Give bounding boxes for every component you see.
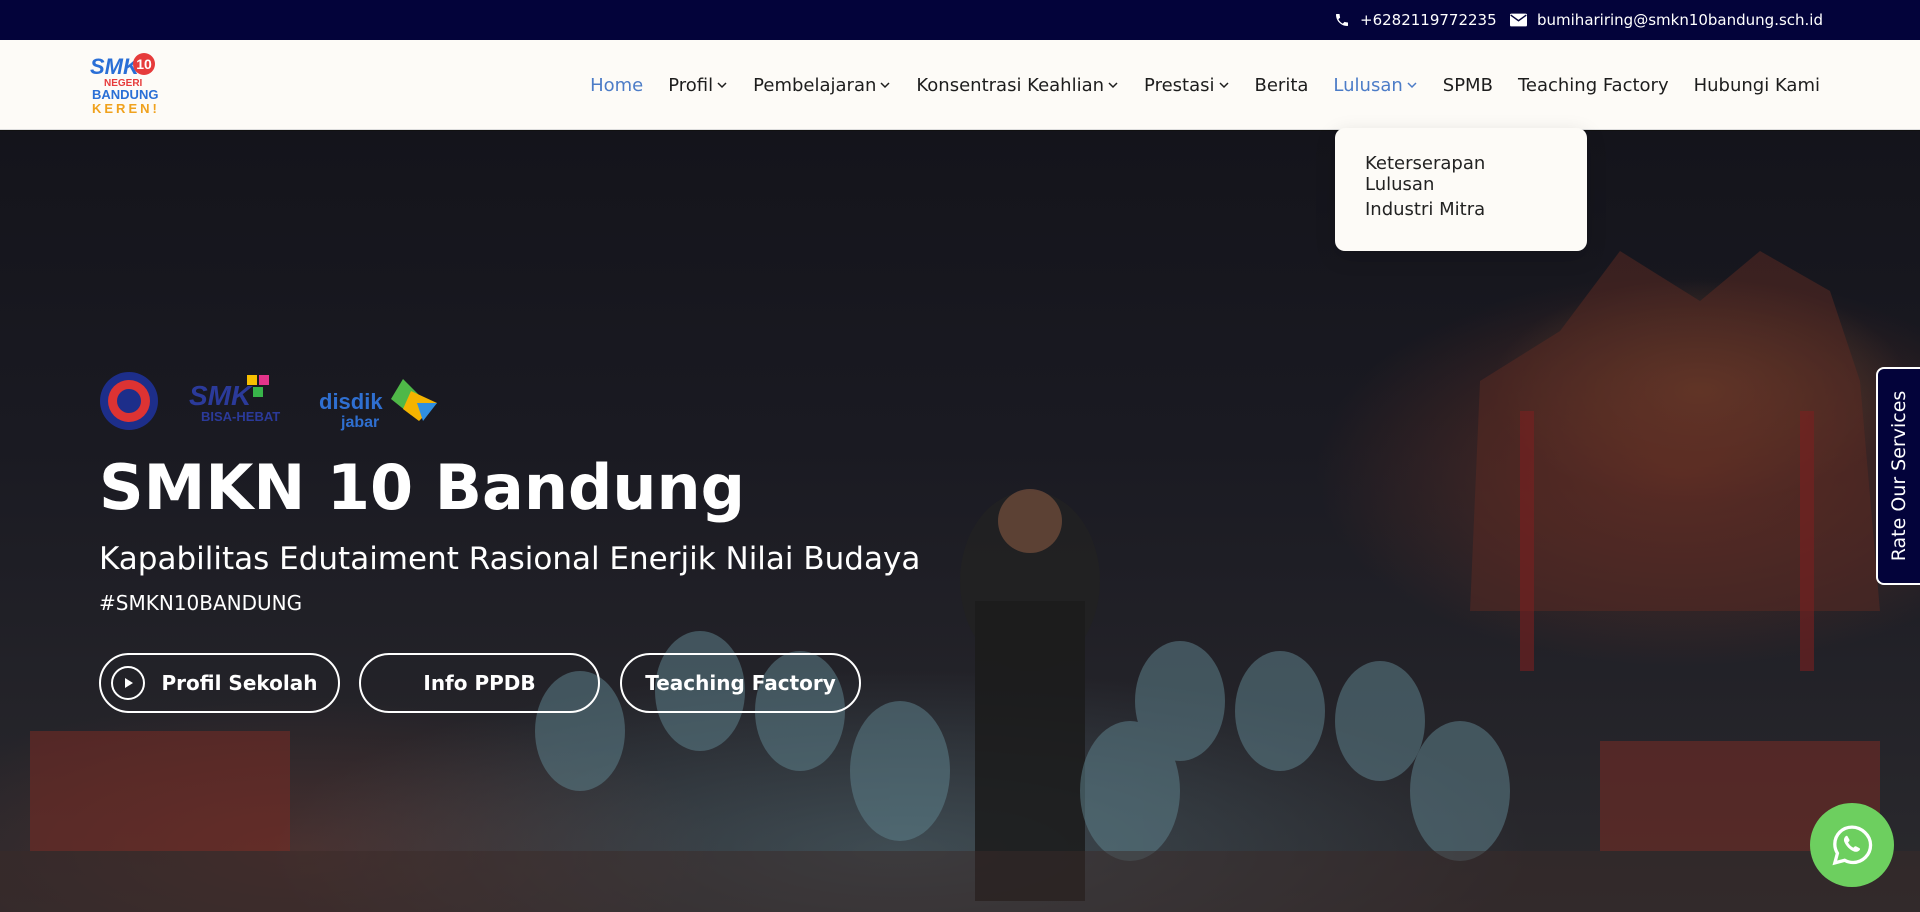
dropdown-item-keterserapan-lulusan[interactable]: Keterserapan Lulusan: [1365, 153, 1557, 199]
nav-profil-label: Profil: [668, 74, 714, 96]
phone-icon: [1336, 14, 1348, 26]
school-logo[interactable]: SMK 10 NEGERI BANDUNG KEREN!: [90, 50, 160, 118]
profil-sekolah-label: Profil Sekolah: [161, 671, 318, 695]
dropdown-item-label: Industri Mitra: [1365, 199, 1486, 220]
whatsapp-button[interactable]: [1810, 803, 1894, 887]
nav-pembelajaran-label: Pembelajaran: [753, 74, 877, 96]
nav-home[interactable]: Home: [590, 75, 643, 96]
nav-teaching-factory-label: Teaching Factory: [1517, 74, 1669, 96]
logo-text-number: 10: [136, 56, 152, 72]
rate-our-services-label: Rate Our Services: [1888, 390, 1910, 562]
top-contact-bar: +6282119772235 bumihariring@smkn10bandun…: [0, 0, 1920, 40]
profil-sekolah-button[interactable]: Profil Sekolah: [99, 653, 340, 713]
hero-hashtag: #SMKN10BANDUNG: [99, 591, 303, 615]
chevron-down-icon: [1218, 82, 1229, 89]
nav-konsentrasi-label: Konsentrasi Keahlian: [916, 74, 1105, 96]
envelope-icon: [1510, 13, 1527, 27]
main-nav-menu: Home Profil Pembelajaran Konsentrasi Kea…: [565, 40, 1820, 130]
nav-hubungi-kami-label: Hubungi Kami: [1693, 74, 1820, 96]
rate-our-services-tab[interactable]: Rate Our Services: [1876, 367, 1920, 585]
logo-text-bandung: BANDUNG: [92, 87, 158, 102]
nav-profil[interactable]: Profil: [668, 75, 728, 96]
phone-contact[interactable]: +6282119772235: [1334, 0, 1497, 40]
lulusan-dropdown-menu: Keterserapan Lulusan Industri Mitra: [1335, 128, 1587, 251]
badge-bisa-hebat-text: BISA-HEBAT: [201, 409, 280, 424]
chevron-down-icon: [1108, 82, 1118, 89]
phone-number: +6282119772235: [1360, 11, 1497, 29]
dropdown-item-industri-mitra[interactable]: Industri Mitra: [1365, 199, 1557, 245]
badge-jabar-text: jabar: [340, 414, 379, 431]
chevron-down-icon: [717, 82, 727, 89]
nav-spmb-label: SPMB: [1442, 74, 1493, 96]
nav-lulusan-label: Lulusan: [1333, 74, 1403, 96]
badge-disdik-text: disdik: [319, 389, 383, 414]
partner-badges: SMK BISA-HEBAT disdik jabar: [99, 369, 469, 433]
badge-smk-text: SMK: [189, 380, 253, 411]
nav-hubungi-kami[interactable]: Hubungi Kami: [1694, 75, 1820, 96]
play-icon: [111, 666, 145, 700]
nav-home-label: Home: [590, 74, 644, 96]
hero-title: SMKN 10 Bandung: [99, 451, 746, 524]
hero-section: SMK BISA-HEBAT disdik jabar SMKN 10 Band…: [0, 131, 1920, 912]
nav-berita[interactable]: Berita: [1255, 75, 1309, 96]
school-emblem-logo: [100, 372, 158, 430]
nav-prestasi[interactable]: Prestasi: [1144, 75, 1229, 96]
nav-prestasi-label: Prestasi: [1144, 74, 1215, 96]
info-ppdb-label: Info PPDB: [423, 671, 536, 695]
main-navbar: SMK 10 NEGERI BANDUNG KEREN! Home Profil…: [0, 40, 1920, 130]
chevron-down-icon: [880, 82, 890, 89]
teaching-factory-button[interactable]: Teaching Factory: [620, 653, 861, 713]
logo-text-keren: KEREN!: [92, 101, 160, 116]
nav-lulusan[interactable]: Lulusan: [1333, 75, 1417, 96]
info-ppdb-button[interactable]: Info PPDB: [359, 653, 600, 713]
chevron-down-icon: [1407, 82, 1417, 89]
email-contact[interactable]: bumihariring@smkn10bandung.sch.id: [1510, 0, 1823, 40]
dropdown-item-label: Keterserapan Lulusan: [1365, 153, 1486, 195]
disdik-jabar-logo: disdik jabar: [319, 379, 437, 431]
teaching-factory-label: Teaching Factory: [645, 671, 836, 695]
nav-konsentrasi-keahlian[interactable]: Konsentrasi Keahlian: [916, 75, 1119, 96]
email-address: bumihariring@smkn10bandung.sch.id: [1537, 11, 1823, 29]
nav-teaching-factory[interactable]: Teaching Factory: [1518, 75, 1669, 96]
nav-spmb[interactable]: SPMB: [1443, 75, 1493, 96]
nav-berita-label: Berita: [1254, 74, 1309, 96]
whatsapp-icon: [1832, 825, 1873, 866]
nav-pembelajaran[interactable]: Pembelajaran: [753, 75, 891, 96]
hero-subtitle: Kapabilitas Edutaiment Rasional Enerjik …: [99, 541, 921, 577]
smk-bisa-hebat-logo: SMK BISA-HEBAT: [189, 375, 280, 424]
